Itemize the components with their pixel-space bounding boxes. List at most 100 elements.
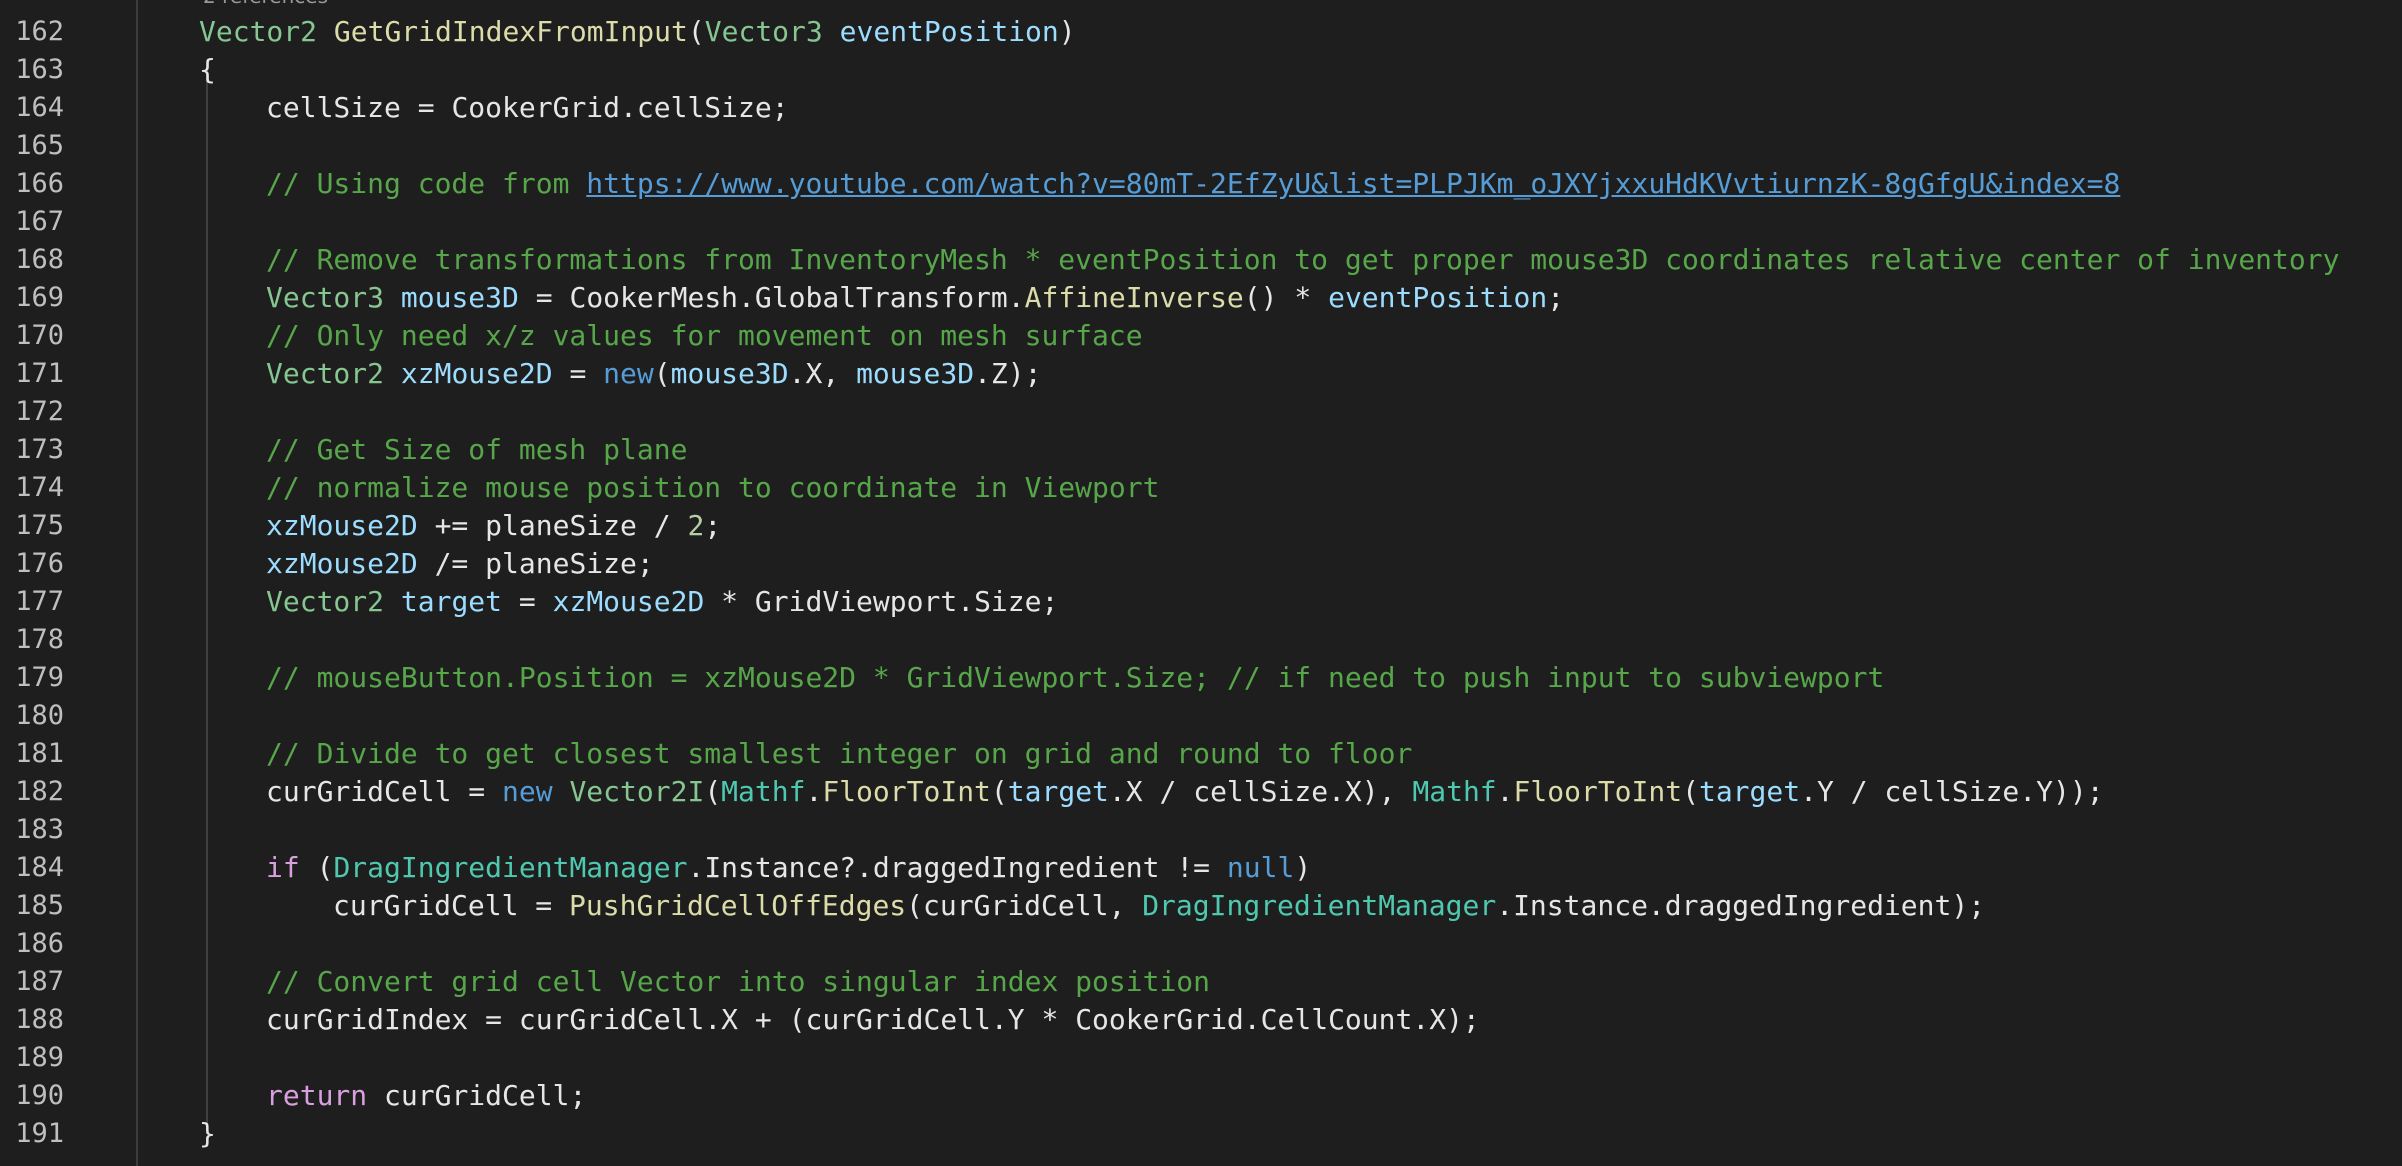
code-token: CellCount	[1260, 1003, 1413, 1036]
code-token: )	[1058, 15, 1076, 48]
code-text[interactable]: xzMouse2D /= planeSize;	[199, 545, 654, 583]
code-token: ;	[569, 1079, 587, 1112]
code-line[interactable]: 176 xzMouse2D /= planeSize;	[0, 545, 2402, 583]
code-text[interactable]: // Divide to get closest smallest intege…	[199, 735, 1412, 773]
code-line[interactable]: 189	[0, 1039, 2402, 1077]
code-token: curGridCell	[333, 889, 519, 922]
code-token: .X /	[1108, 775, 1194, 808]
code-token: target	[1007, 775, 1109, 808]
code-text[interactable]: // Convert grid cell Vector into singula…	[199, 963, 1210, 1001]
line-number: 191	[15, 1118, 64, 1149]
code-token: null	[1226, 851, 1295, 884]
code-token: Vector3	[266, 281, 385, 314]
code-token: // normalize mouse position to coordinat…	[266, 471, 1160, 504]
code-text[interactable]: // Get Size of mesh plane	[199, 431, 687, 469]
code-text[interactable]: // Remove transformations from Inventory…	[199, 241, 2339, 279]
code-line[interactable]: 169 Vector3 mouse3D = CookerMesh.GlobalTr…	[0, 279, 2402, 317]
code-token: curGridCell	[266, 775, 452, 808]
code-line[interactable]: 187 // Convert grid cell Vector into sing…	[0, 963, 2402, 1001]
code-line[interactable]: 173 // Get Size of mesh plane	[0, 431, 2402, 469]
line-number: 163	[15, 54, 64, 85]
code-line[interactable]: 175 xzMouse2D += planeSize / 2;	[0, 507, 2402, 545]
code-line[interactable]: 166 // Using code from https://www.youtub…	[0, 165, 2402, 203]
code-line[interactable]: 163 {	[0, 51, 2402, 89]
code-text[interactable]: return curGridCell;	[199, 1077, 586, 1115]
code-line[interactable]: 186	[0, 925, 2402, 963]
code-text[interactable]: Vector2 target = xzMouse2D * GridViewpor…	[199, 583, 1058, 621]
code-text[interactable]: Vector3 mouse3D = CookerMesh.GlobalTrans…	[199, 279, 1564, 317]
code-token: AffineInverse	[1024, 281, 1244, 314]
code-line[interactable]: 182 curGridCell = new Vector2I(Mathf.Floo…	[0, 773, 2402, 811]
code-token: planeSize	[485, 509, 637, 542]
code-token: curGridCell	[805, 1003, 991, 1036]
code-token: CookerGrid	[451, 91, 621, 124]
code-line[interactable]: 183	[0, 811, 2402, 849]
line-number: 178	[15, 624, 64, 655]
code-line[interactable]: 180	[0, 697, 2402, 735]
code-line[interactable]: 165	[0, 127, 2402, 165]
code-line[interactable]: 171 Vector2 xzMouse2D = new(mouse3D.X, mo…	[0, 355, 2402, 393]
line-number: 186	[15, 928, 64, 959]
code-text[interactable]: if (DragIngredientManager.Instance?.drag…	[199, 849, 1311, 887]
code-text[interactable]: // normalize mouse position to coordinat…	[199, 469, 1159, 507]
code-token: ;	[1547, 281, 1565, 314]
line-number: 173	[15, 434, 64, 465]
code-token: =	[518, 281, 570, 314]
code-line[interactable]: 177 Vector2 target = xzMouse2D * GridView…	[0, 583, 2402, 621]
code-token: curGridCell	[923, 889, 1109, 922]
code-lines[interactable]: 162 Vector2 GetGridIndexFromInput(Vector3…	[0, 13, 2402, 1153]
code-text[interactable]: // mouseButton.Position = xzMouse2D * Gr…	[199, 659, 1884, 697]
code-token: ;	[704, 509, 722, 542]
code-token: (	[687, 15, 705, 48]
code-editor[interactable]: 2 references 162 Vector2 GetGridIndexFrom…	[0, 0, 2402, 1166]
code-line[interactable]: 185 curGridCell = PushGridCellOffEdges(cu…	[0, 887, 2402, 925]
code-text[interactable]: cellSize = CookerGrid.cellSize;	[199, 89, 789, 127]
code-text[interactable]: // Only need x/z values for movement on …	[199, 317, 1143, 355]
code-text[interactable]: Vector2 GetGridIndexFromInput(Vector3 ev…	[199, 13, 1076, 51]
code-token: DragIngredientManager	[333, 851, 688, 884]
code-line[interactable]: 181 // Divide to get closest smallest int…	[0, 735, 2402, 773]
code-token: (	[1682, 775, 1699, 808]
line-number: 177	[15, 586, 64, 617]
code-token: GlobalTransform	[754, 281, 1008, 314]
comment-link[interactable]: https://www.youtube.com/watch?v=80mT-2Ef…	[586, 167, 2120, 200]
code-token: return	[266, 1079, 368, 1112]
code-line[interactable]: 170 // Only need x/z values for movement …	[0, 317, 2402, 355]
code-line[interactable]: 184 if (DragIngredientManager.Instance?.d…	[0, 849, 2402, 887]
code-text[interactable]: curGridCell = new Vector2I(Mathf.FloorTo…	[199, 773, 2104, 811]
code-token: .Y));	[2019, 775, 2104, 808]
line-number: 168	[15, 244, 64, 275]
code-text[interactable]: // Using code from https://www.youtube.c…	[199, 165, 2120, 203]
code-text[interactable]: curGridCell = PushGridCellOffEdges(curGr…	[199, 887, 1985, 925]
code-line[interactable]: 162 Vector2 GetGridIndexFromInput(Vector3…	[0, 13, 2402, 51]
codelens-references[interactable]: 2 references	[203, 0, 328, 8]
code-token: cellSize	[636, 91, 772, 124]
code-text[interactable]: Vector2 xzMouse2D = new(mouse3D.X, mouse…	[199, 355, 1042, 393]
code-text[interactable]: curGridIndex = curGridCell.X + (curGridC…	[199, 1001, 1480, 1039]
code-token: Instance	[1513, 889, 1648, 922]
code-line[interactable]: 168 // Remove transformations from Invent…	[0, 241, 2402, 279]
code-text[interactable]: xzMouse2D += planeSize / 2;	[199, 507, 721, 545]
code-token: Vector3	[704, 15, 823, 48]
code-line[interactable]: 188 curGridIndex = curGridCell.X + (curGr…	[0, 1001, 2402, 1039]
code-line[interactable]: 178	[0, 621, 2402, 659]
code-line[interactable]: 190 return curGridCell;	[0, 1077, 2402, 1115]
code-line[interactable]: 179 // mouseButton.Position = xzMouse2D *…	[0, 659, 2402, 697]
code-token: .Y *	[990, 1003, 1076, 1036]
code-token: =	[518, 889, 570, 922]
code-text[interactable]: }	[199, 1115, 216, 1153]
code-token: }	[199, 1117, 216, 1150]
code-line[interactable]: 174 // normalize mouse position to coordi…	[0, 469, 2402, 507]
code-token: draggedIngredient	[1664, 889, 1952, 922]
code-line[interactable]: 191}	[0, 1115, 2402, 1153]
code-text[interactable]: {	[199, 51, 216, 89]
code-token: ()	[1243, 281, 1278, 314]
code-token: // Only need x/z values for movement on …	[266, 319, 1143, 352]
code-token: .	[1007, 281, 1025, 314]
code-line[interactable]: 164 cellSize = CookerGrid.cellSize;	[0, 89, 2402, 127]
code-line[interactable]: 172	[0, 393, 2402, 431]
code-line[interactable]: 167	[0, 203, 2402, 241]
